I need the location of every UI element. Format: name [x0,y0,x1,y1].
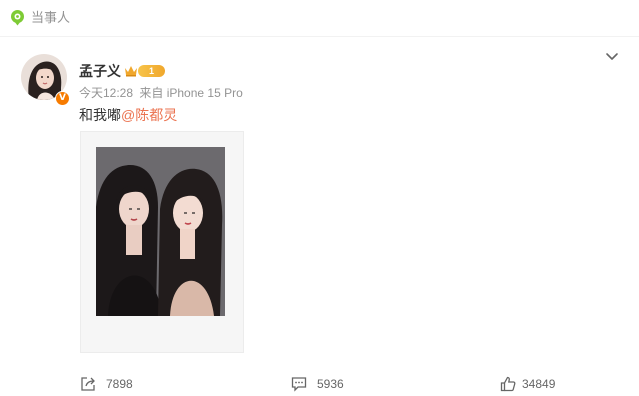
like-icon [500,376,516,392]
timestamp[interactable]: 今天12:28 [79,86,133,100]
level-label: 1 [149,66,155,76]
verified-badge: V [55,91,70,106]
post-meta: 今天12:28 来自 iPhone 15 Pro [79,86,243,100]
repost-button[interactable]: 7898 [80,376,140,392]
chevron-down-icon[interactable] [604,48,620,64]
level-badge[interactable]: 1 [138,65,165,77]
post-image[interactable] [80,131,244,353]
source: 来自 iPhone 15 Pro [139,86,243,100]
topic-label[interactable]: 当事人 [31,10,70,26]
topic-icon [11,10,24,26]
repost-count: 7898 [106,377,133,391]
like-count: 34849 [522,377,556,391]
comment-count: 5936 [317,377,344,391]
action-bar: 7898 5936 34849 [0,368,639,396]
crown-icon[interactable] [124,64,138,77]
post-text: 和我嘟@陈都灵 [79,107,177,124]
topic-bar: 当事人 [0,0,639,36]
polaroid-photo [96,147,225,316]
repost-icon [81,377,95,391]
author-name[interactable]: 孟子义 [79,63,121,80]
comment-icon [291,377,307,392]
post-body: 和我嘟 [79,107,121,123]
comment-button[interactable]: 5936 [291,376,351,392]
divider [0,36,639,37]
like-button[interactable]: 34849 [500,376,564,392]
mention-link[interactable]: @陈都灵 [121,107,177,123]
